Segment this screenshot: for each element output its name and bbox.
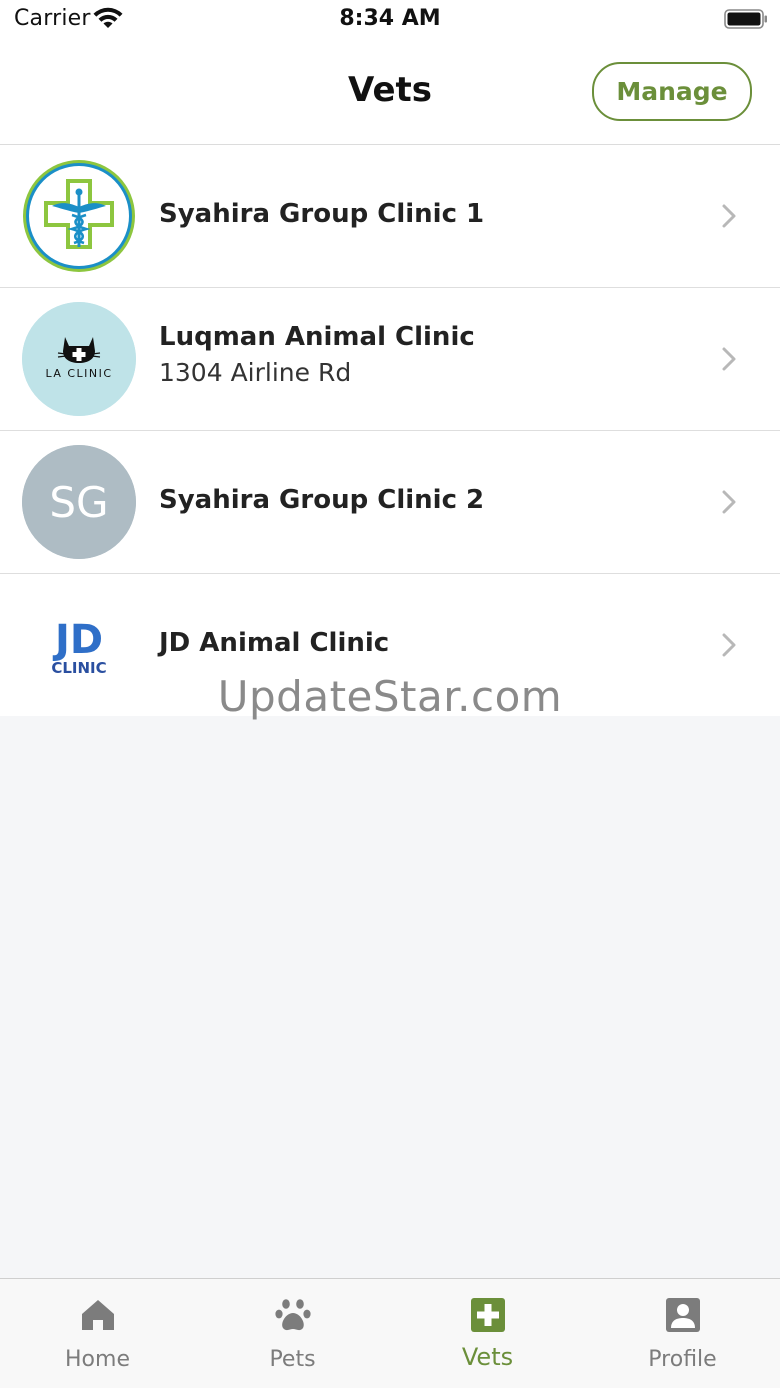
vet-name: Syahira Group Clinic 1 (159, 199, 485, 229)
clinic-avatar (22, 159, 136, 273)
tab-home[interactable]: Home (0, 1279, 195, 1388)
cat-la-clinic-logo-icon: LA CLINIC (22, 302, 136, 416)
vet-name: Syahira Group Clinic 2 (159, 485, 485, 515)
initials-avatar-graphic: SG (22, 445, 136, 559)
vet-text: Syahira Group Clinic 2 (159, 485, 700, 515)
clock-time: 8:34 AM (339, 6, 441, 31)
vet-name: Luqman Animal Clinic (159, 322, 475, 352)
avatar-initials: SG (49, 478, 108, 527)
vet-list-item[interactable]: LA CLINIC Luqman Animal Clinic 1304 Airl… (0, 288, 780, 431)
tab-pets[interactable]: Pets (195, 1279, 390, 1388)
navigation-bar: Vets Manage (0, 44, 780, 145)
vet-name: JD Animal Clinic (159, 628, 390, 658)
tab-label: Vets (461, 1343, 514, 1371)
medical-cross-icon (470, 1298, 505, 1332)
watermark-text: UpdateStar.com (217, 672, 563, 721)
vet-text: Luqman Animal Clinic 1304 Airline Rd (159, 322, 700, 387)
tab-profile[interactable]: Profile (585, 1279, 780, 1388)
initials-avatar: SG (22, 445, 136, 559)
tab-vets[interactable]: Vets (390, 1279, 585, 1388)
tab-label: Pets (269, 1347, 316, 1372)
profile-icon (665, 1298, 700, 1332)
chevron-right-icon (722, 633, 736, 657)
chevron-right-icon (722, 204, 736, 228)
battery-icon (724, 9, 767, 29)
home-icon (81, 1300, 114, 1330)
vet-text: Syahira Group Clinic 1 (159, 199, 700, 229)
manage-button[interactable]: Manage (592, 62, 752, 121)
caduceus-cross-logo-icon (23, 160, 135, 272)
clinic-avatar: LA CLINIC (22, 302, 136, 416)
paw-icon (274, 1299, 311, 1331)
vet-list-item[interactable]: SG Syahira Group Clinic 2 (0, 431, 780, 574)
svg-text:JD: JD (52, 617, 103, 663)
tab-bar: Home Pets Vets Profile (0, 1278, 780, 1388)
vet-list-item[interactable]: Syahira Group Clinic 1 (0, 145, 780, 288)
status-bar: Carrier 8:34 AM (0, 0, 780, 44)
tab-label: Profile (648, 1347, 717, 1372)
vet-list: Syahira Group Clinic 1 LA CLINIC Luqman … (0, 145, 780, 716)
vet-text: JD Animal Clinic (159, 628, 700, 658)
la-clinic-logo-text: LA CLINIC (45, 367, 112, 380)
chevron-right-icon (722, 347, 736, 371)
tab-label: Home (65, 1347, 130, 1372)
chevron-right-icon (722, 490, 736, 514)
vet-address: 1304 Airline Rd (159, 358, 352, 387)
